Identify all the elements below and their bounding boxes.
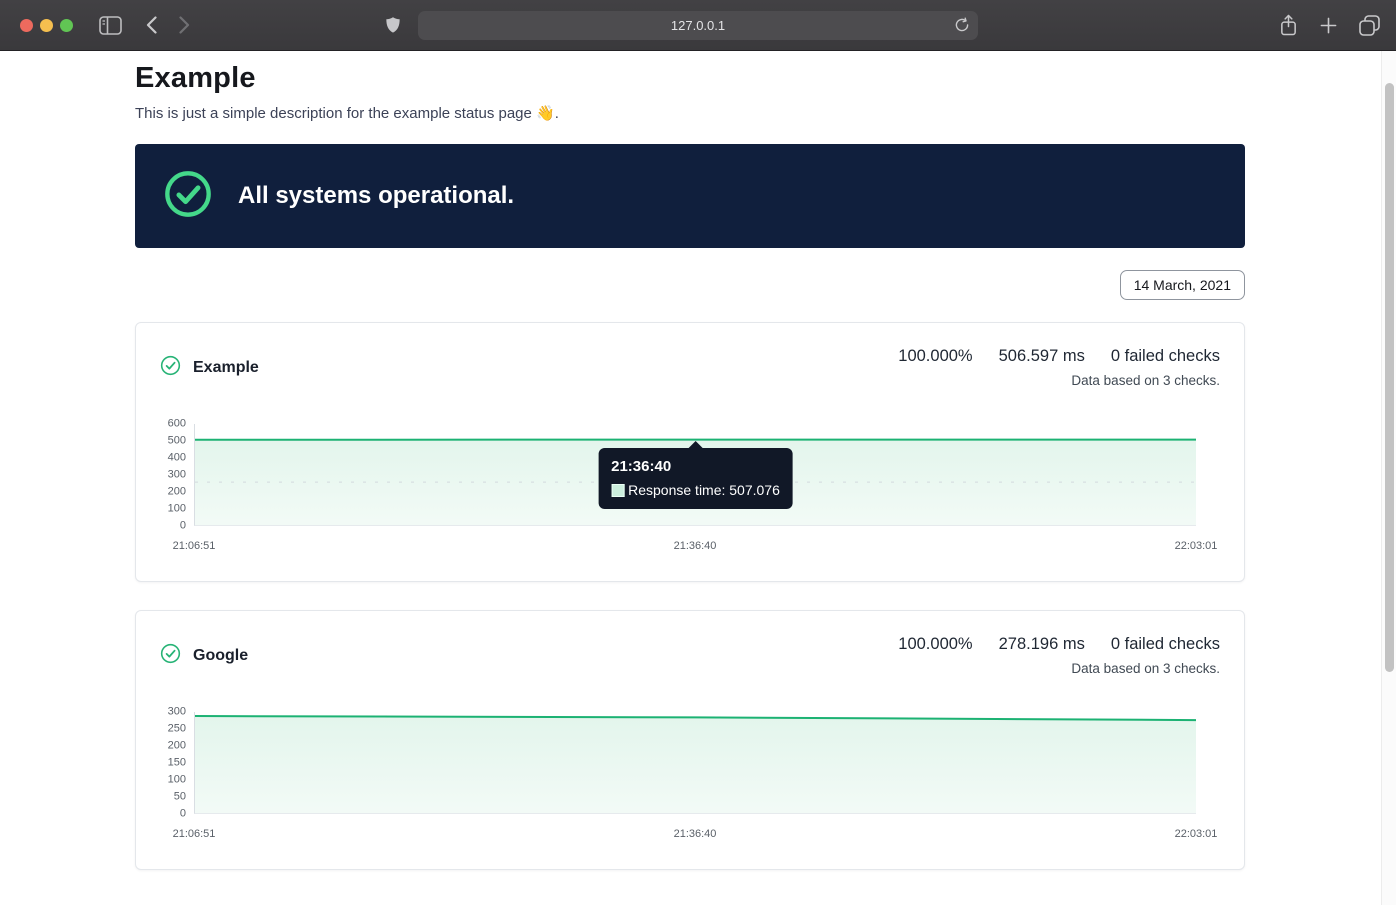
uptime-value: 100.000% (898, 347, 972, 366)
y-tick-label: 300 (168, 470, 186, 481)
y-tick-label: 200 (168, 486, 186, 497)
monitor-card-google: Google 100.000% 278.196 ms 0 failed chec… (135, 610, 1245, 870)
window-controls (20, 19, 73, 32)
sidebar-toggle-button[interactable] (99, 16, 122, 35)
page-description: This is just a simple description for th… (135, 104, 1245, 122)
close-window-button[interactable] (20, 19, 33, 32)
toolbar-right (1279, 0, 1380, 50)
monitor-name: Example (193, 359, 259, 377)
x-axis-labels: 21:06:5121:36:4022:03:01 (194, 828, 1196, 841)
series-swatch-icon (611, 484, 624, 497)
operational-check-icon (163, 169, 213, 224)
x-tick-label: 21:36:40 (674, 828, 717, 840)
url-text: 127.0.0.1 (671, 18, 725, 33)
address-bar[interactable]: 127.0.0.1 (418, 11, 978, 40)
monitor-up-icon (160, 643, 181, 669)
status-page: Example This is just a simple descriptio… (135, 51, 1245, 870)
response-time-chart: 6005004003002001000 21:36:40 Response ti… (160, 424, 1220, 553)
card-header: Google 100.000% 278.196 ms 0 failed chec… (160, 635, 1220, 676)
page-scrollbar (1381, 51, 1396, 905)
reload-button[interactable] (954, 17, 970, 33)
plus-icon (1320, 17, 1337, 34)
monitor-title: Example (160, 347, 259, 381)
stats-note: Data based on 3 checks. (898, 661, 1220, 676)
page-title: Example (135, 62, 1245, 95)
failed-checks-value: 0 failed checks (1111, 347, 1220, 366)
y-tick-label: 600 (168, 419, 186, 430)
monitor-up-icon (160, 355, 181, 381)
plot-area[interactable]: 21:36:40 Response time: 507.076 (194, 424, 1196, 526)
browser-chrome: 127.0.0.1 (0, 0, 1396, 51)
failed-checks-value: 0 failed checks (1111, 635, 1220, 654)
x-axis-labels: 21:06:5121:36:4022:03:01 (194, 540, 1196, 553)
y-tick-label: 200 (168, 740, 186, 751)
x-tick-label: 22:03:01 (1175, 540, 1218, 552)
y-tick-label: 500 (168, 435, 186, 446)
date-picker-button[interactable]: 14 March, 2021 (1120, 270, 1245, 300)
monitor-stats: 100.000% 278.196 ms 0 failed checks Data… (898, 635, 1220, 676)
status-banner: All systems operational. (135, 144, 1245, 248)
x-tick-label: 21:06:51 (173, 828, 216, 840)
date-row: 14 March, 2021 (135, 270, 1245, 300)
tooltip-title: 21:36:40 (611, 458, 780, 475)
tabs-overview-icon (1359, 15, 1380, 36)
monitor-name: Google (193, 647, 248, 665)
x-tick-label: 21:06:51 (173, 540, 216, 552)
y-axis-labels: 6005004003002001000 (160, 424, 194, 526)
plot-area[interactable] (194, 712, 1196, 814)
y-tick-label: 250 (168, 723, 186, 734)
monitor-card-example: Example 100.000% 506.597 ms 0 failed che… (135, 322, 1245, 582)
y-tick-label: 0 (180, 521, 186, 532)
response-time-chart: 300250200150100500 21:06:5121:36:4022:03… (160, 712, 1220, 841)
chevron-right-icon (179, 16, 190, 34)
minimize-window-button[interactable] (40, 19, 53, 32)
monitor-title: Google (160, 635, 248, 669)
y-tick-label: 50 (174, 792, 186, 803)
stats-note: Data based on 3 checks. (898, 373, 1220, 388)
new-tab-button[interactable] (1320, 17, 1337, 34)
y-axis-labels: 300250200150100500 (160, 712, 194, 814)
banner-text: All systems operational. (238, 182, 514, 210)
back-button[interactable] (146, 16, 157, 34)
y-tick-label: 300 (168, 707, 186, 718)
y-tick-label: 400 (168, 452, 186, 463)
sidebar-icon (99, 16, 122, 35)
x-tick-label: 22:03:01 (1175, 828, 1218, 840)
chevron-left-icon (146, 16, 157, 34)
response-time-value: 506.597 ms (999, 347, 1085, 366)
share-button[interactable] (1279, 14, 1298, 37)
monitor-stats: 100.000% 506.597 ms 0 failed checks Data… (898, 347, 1220, 388)
x-tick-label: 21:36:40 (674, 540, 717, 552)
reload-icon (954, 17, 970, 33)
y-tick-label: 100 (168, 504, 186, 515)
card-header: Example 100.000% 506.597 ms 0 failed che… (160, 347, 1220, 388)
y-tick-label: 150 (168, 758, 186, 769)
area-chart-svg (195, 712, 1196, 813)
y-tick-label: 0 (180, 809, 186, 820)
zoom-window-button[interactable] (60, 19, 73, 32)
forward-button[interactable] (179, 16, 190, 34)
share-icon (1279, 14, 1298, 37)
privacy-shield-icon (384, 15, 402, 36)
tooltip-value: Response time: 507.076 (628, 482, 780, 498)
uptime-value: 100.000% (898, 635, 972, 654)
chart-tooltip: 21:36:40 Response time: 507.076 (598, 448, 793, 509)
y-tick-label: 100 (168, 774, 186, 785)
scrollbar-thumb[interactable] (1385, 83, 1394, 672)
tabs-overview-button[interactable] (1359, 15, 1380, 36)
response-time-value: 278.196 ms (999, 635, 1085, 654)
